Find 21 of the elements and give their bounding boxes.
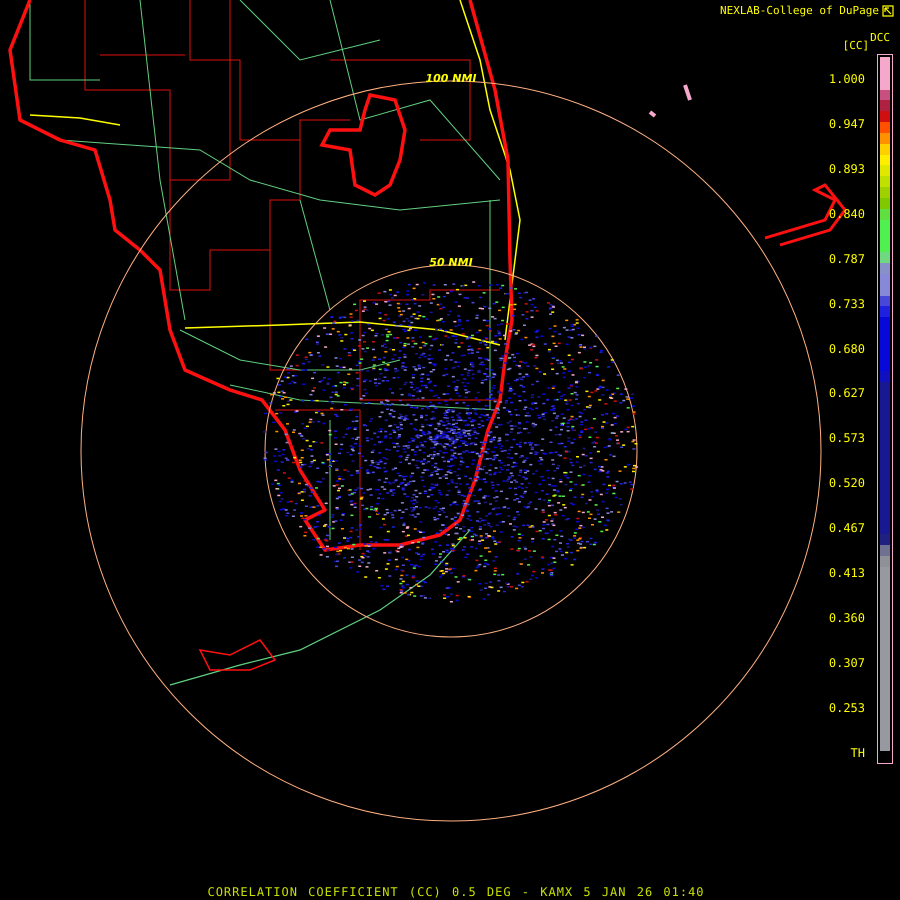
scale-value: 0.733 xyxy=(828,296,865,311)
corner-arrow-icon xyxy=(882,4,894,16)
scale-value: 0.467 xyxy=(828,521,865,536)
scale-value: 0.520 xyxy=(828,476,865,490)
scale-value: 0.680 xyxy=(828,342,865,356)
unit-label: [CC] xyxy=(842,39,870,52)
scale-value: 0.253 xyxy=(828,700,865,715)
scale-value: 0.360 xyxy=(828,611,865,626)
scale-value: 0.307 xyxy=(828,656,865,670)
radar-echo-speck xyxy=(648,83,692,118)
product-label: DCC xyxy=(870,31,890,44)
scale-value: 0.893 xyxy=(828,162,865,176)
scale-value: 0.787 xyxy=(828,252,865,266)
credit-text: NEXLAB-College of DuPage xyxy=(720,4,879,17)
scale-value: TH xyxy=(850,746,865,760)
scale-value: 0.413 xyxy=(828,566,865,580)
product-caption: CORRELATION COEFFICIENT (CC) 0.5 DEG - KAMX 5 JAN 26 01:40 xyxy=(207,885,705,899)
scale-value: 0.573 xyxy=(828,431,865,446)
scale-value: 0.627 xyxy=(828,386,865,400)
scale-value: 1.000 xyxy=(828,72,865,86)
scale-value: 0.947 xyxy=(828,116,865,131)
